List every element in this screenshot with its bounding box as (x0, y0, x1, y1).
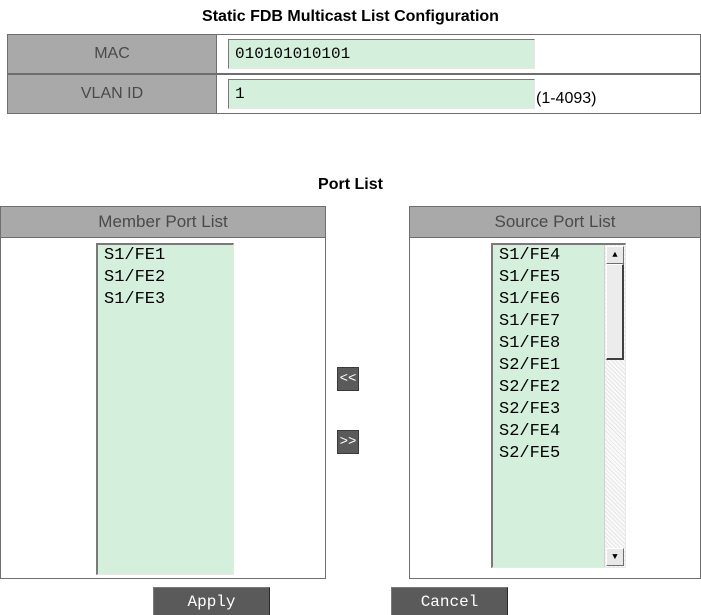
fdb-multicast-config-page: Static FDB Multicast List Configuration … (0, 0, 701, 615)
mac-input[interactable] (228, 39, 535, 69)
move-to-source-button[interactable]: >> (337, 430, 359, 454)
member-port-panel: Member Port List S1/FE1 S1/FE2 S1/FE3 (0, 206, 326, 579)
mac-value-cell (217, 34, 701, 74)
vlan-row: VLAN ID (1-4093) (7, 74, 701, 114)
scroll-down-arrow-icon[interactable]: ▼ (606, 548, 624, 566)
list-item[interactable]: S1/FE1 (98, 245, 233, 267)
source-port-panel: Source Port List S1/FE4 S1/FE5 S1/FE6 S1… (409, 206, 701, 579)
port-list-title: Port List (318, 176, 383, 193)
scroll-up-arrow-icon[interactable]: ▲ (606, 246, 624, 264)
member-port-list-header: Member Port List (1, 207, 325, 238)
member-port-listbox[interactable]: S1/FE1 S1/FE2 S1/FE3 (96, 243, 234, 575)
cancel-button[interactable]: Cancel (391, 587, 508, 615)
vlan-range-hint: (1-4093) (536, 90, 597, 107)
source-list-scrollbar[interactable]: ▲ ▼ (604, 245, 625, 567)
apply-button[interactable]: Apply (153, 587, 270, 615)
vlan-value-cell: (1-4093) (217, 74, 701, 114)
page-title: Static FDB Multicast List Configuration (202, 8, 499, 25)
source-port-list-header: Source Port List (410, 207, 700, 238)
vlan-id-label: VLAN ID (7, 74, 217, 114)
list-item[interactable]: S1/FE2 (98, 267, 233, 289)
list-item[interactable]: S1/FE3 (98, 289, 233, 311)
scrollbar-thumb[interactable] (606, 264, 624, 360)
mac-label: MAC (7, 34, 217, 74)
vlan-id-input[interactable] (228, 79, 535, 109)
source-port-listbox[interactable]: S1/FE4 S1/FE5 S1/FE6 S1/FE7 S1/FE8 S2/FE… (491, 243, 626, 568)
mac-row: MAC (7, 34, 701, 74)
move-to-member-button[interactable]: << (337, 367, 359, 391)
